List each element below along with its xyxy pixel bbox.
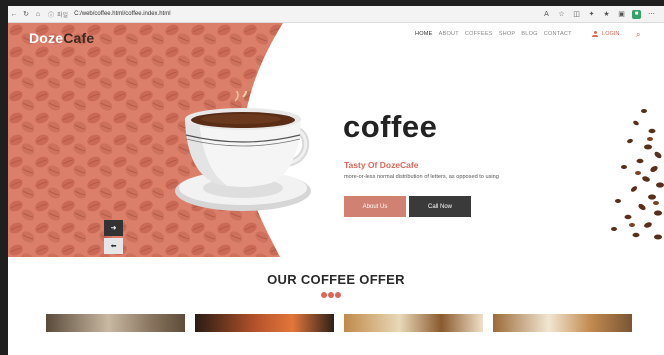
home-icon[interactable]: ⌂: [32, 11, 44, 18]
nav-contact[interactable]: CONTACT: [544, 31, 572, 37]
back-icon[interactable]: ←: [8, 11, 20, 18]
web-page: DozeCafe HOME ABOUT COFFEES SHOP BLOG CO…: [8, 23, 664, 355]
hero-description: more-or-less normal distribution of lett…: [344, 174, 499, 180]
user-icon: [592, 31, 598, 37]
extensions-icon[interactable]: ✦: [587, 10, 596, 19]
address-label: 파일: [57, 12, 69, 19]
info-icon[interactable]: ⓘ: [48, 10, 54, 19]
divider-dot: [328, 292, 334, 298]
search-icon[interactable]: ⌕: [636, 30, 640, 40]
collections-icon[interactable]: ▣: [617, 10, 626, 19]
read-aloud-icon[interactable]: A: [542, 10, 551, 19]
coffee-card-4[interactable]: [493, 314, 632, 332]
nav-shop[interactable]: SHOP: [499, 31, 516, 37]
favorite-icon[interactable]: ☆: [557, 10, 566, 19]
nav-coffees[interactable]: COFFEES: [465, 31, 493, 37]
nav-about[interactable]: ABOUT: [439, 31, 459, 37]
slider-prev-button[interactable]: ⬅: [104, 238, 123, 254]
call-now-button[interactable]: Call Now: [409, 196, 471, 217]
divider-dot: [335, 292, 341, 298]
offer-section-title: OUR COFFEE OFFER: [267, 272, 405, 287]
browser-actions: A ☆ ◫ ✦ ★ ▣ ■ ⋯: [542, 9, 664, 19]
address-url[interactable]: C:/web/coffee.html/coffee.index.html: [74, 11, 171, 17]
nav-blog[interactable]: BLOG: [521, 31, 537, 37]
arrow-left-icon: ⬅: [110, 243, 117, 250]
nav-home[interactable]: HOME: [415, 31, 433, 37]
slider-next-button[interactable]: ➜: [104, 220, 123, 236]
coffee-card-2[interactable]: [195, 314, 334, 332]
coffee-card-3[interactable]: [344, 314, 483, 332]
hero-section: DozeCafe HOME ABOUT COFFEES SHOP BLOG CO…: [8, 23, 664, 257]
divider-dot: [321, 292, 327, 298]
login-link[interactable]: LOGIN: [592, 31, 619, 37]
site-logo[interactable]: DozeCafe: [29, 30, 94, 46]
extension-green-icon[interactable]: ■: [632, 9, 641, 19]
refresh-icon[interactable]: ↻: [20, 10, 32, 18]
about-us-button[interactable]: About Us: [344, 196, 406, 217]
hero-tagline: Tasty Of DozeCafe: [344, 160, 419, 170]
hero-title: coffee: [343, 109, 438, 144]
logo-doze: Doze: [29, 30, 64, 46]
split-screen-icon[interactable]: ◫: [572, 10, 581, 19]
logo-cafe: Cafe: [63, 30, 95, 46]
favorites-bar-icon[interactable]: ★: [602, 10, 611, 19]
section-divider-dots: [321, 292, 341, 298]
arrow-right-icon: ➜: [110, 225, 117, 232]
browser-toolbar: ← ↻ ⌂ ⓘ 파일 C:/web/coffee.html/coffee.ind…: [8, 6, 664, 23]
coffee-card-1[interactable]: [46, 314, 185, 332]
coffee-cup-illustration: [175, 91, 311, 211]
address-bar[interactable]: ⓘ 파일 C:/web/coffee.html/coffee.index.htm…: [48, 10, 468, 19]
scattered-beans-decoration: [611, 109, 664, 240]
main-nav: HOME ABOUT COFFEES SHOP BLOG CONTACT: [415, 31, 572, 37]
more-icon[interactable]: ⋯: [647, 10, 656, 19]
login-label: LOGIN: [602, 31, 620, 37]
